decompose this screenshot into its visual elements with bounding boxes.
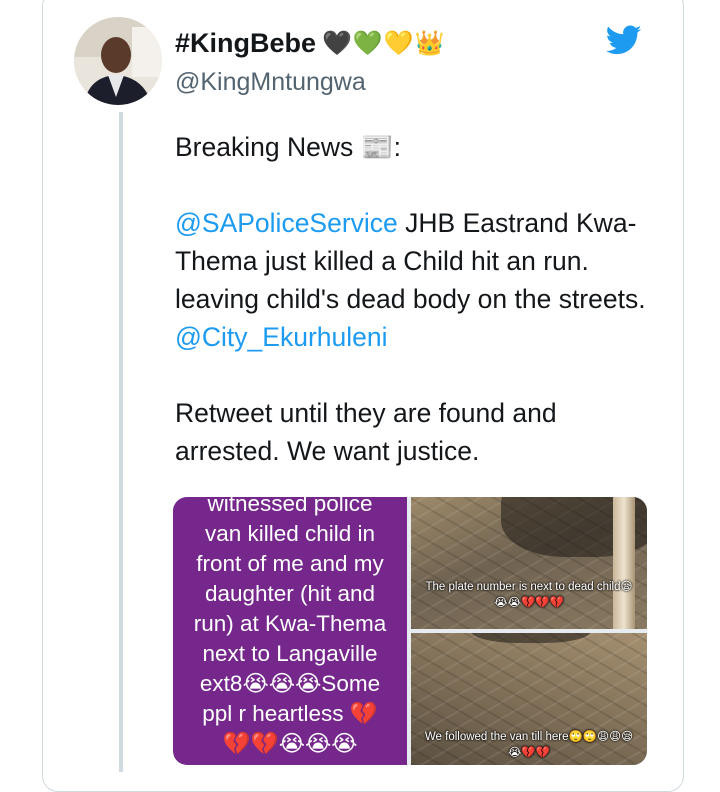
tweet-paragraph-3: Retweet until they are found and arreste…	[175, 398, 557, 466]
media-text-line: ppl r heartless 💔	[202, 701, 378, 726]
media-text-line: front of me and my	[196, 551, 384, 576]
mention-sapoliceservice[interactable]: @SAPoliceService	[175, 208, 398, 238]
media-text-line: daughter (hit and	[204, 581, 376, 606]
media-text-line: run) at Kwa-Thema	[193, 611, 387, 636]
tweet-line-breaking: Breaking News 📰:	[175, 132, 401, 162]
name-row: #KingBebe 🖤💚💛👑	[175, 24, 446, 62]
name-emojis: 🖤💚💛👑	[322, 29, 446, 57]
media-caption-emoji: 😭💔💔	[507, 747, 551, 759]
media-image-1[interactable]: witnessed police van killed child in fro…	[173, 497, 407, 765]
media-text-line: witnessed police	[207, 497, 373, 516]
tweet-paragraph-2: @SAPoliceService JHB Eastrand Kwa-Thema …	[175, 204, 655, 356]
pole	[613, 497, 635, 629]
media-caption-emoji: 😭😭💔💔💔	[494, 597, 564, 609]
twitter-bird-icon[interactable]	[604, 22, 644, 58]
avatar[interactable]	[74, 17, 162, 105]
tweet-text: Breaking News 📰: @SAPoliceService JHB Ea…	[175, 128, 655, 470]
user-handle[interactable]: @KingMntungwa	[175, 68, 366, 97]
media-grid[interactable]: witnessed police van killed child in fro…	[173, 497, 647, 765]
media-image-2[interactable]: The plate number is next to dead child😪 …	[411, 497, 647, 629]
media-image-3[interactable]: We followed the van till here🙄🙄😩😩😪 😭💔💔	[411, 633, 647, 765]
thread-line	[119, 112, 123, 772]
mention-city-ekurhuleni[interactable]: @City_Ekurhuleni	[175, 322, 388, 352]
media-text-line: van killed child in	[204, 521, 376, 546]
display-name[interactable]: #KingBebe	[175, 28, 316, 59]
media-text-line: ext8😭😭😭Some	[199, 671, 381, 696]
media-text-line: next to Langaville	[202, 641, 378, 666]
media-caption: The plate number is next to dead child😪	[425, 581, 633, 593]
media-text-line: 💔💔😭😭😭	[222, 731, 358, 756]
media-caption: We followed the van till here🙄🙄😩😩😪	[424, 731, 634, 743]
